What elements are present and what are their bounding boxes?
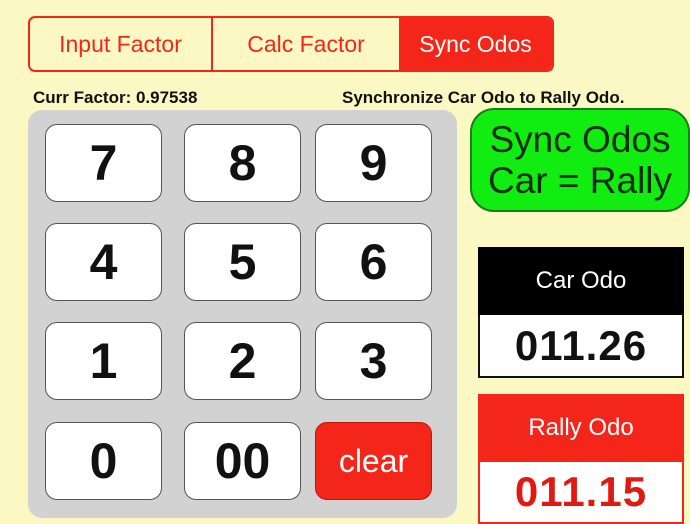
car-odo-value: 011.26 (478, 315, 684, 378)
instruction-label: Synchronize Car Odo to Rally Odo. (342, 88, 625, 107)
mode-segmented-control: Input Factor Calc Factor Sync Odos (28, 16, 554, 72)
car-odo-label: Car Odo (478, 247, 684, 315)
key-9[interactable]: 9 (315, 124, 432, 202)
tab-sync-odos[interactable]: Sync Odos (399, 18, 552, 70)
rally-odo-panel: Rally Odo 011.15 (478, 394, 684, 524)
key-00[interactable]: 00 (184, 422, 301, 500)
key-8[interactable]: 8 (184, 124, 301, 202)
key-6[interactable]: 6 (315, 223, 432, 301)
key-0[interactable]: 0 (45, 422, 162, 500)
sync-odos-button[interactable]: Sync Odos Car = Rally (470, 108, 690, 212)
sync-button-line1: Sync Odos (489, 119, 671, 160)
rally-odo-value: 011.15 (478, 462, 684, 524)
key-4[interactable]: 4 (45, 223, 162, 301)
key-3[interactable]: 3 (315, 322, 432, 400)
clear-button[interactable]: clear (315, 422, 432, 500)
rally-odo-label: Rally Odo (478, 394, 684, 462)
key-7[interactable]: 7 (45, 124, 162, 202)
tab-input-factor[interactable]: Input Factor (30, 18, 213, 70)
car-odo-panel: Car Odo 011.26 (478, 247, 684, 378)
numeric-keypad: 7 8 9 4 5 6 1 2 3 0 00 clear (28, 110, 457, 518)
key-5[interactable]: 5 (184, 223, 301, 301)
current-factor-label: Curr Factor: 0.97538 (33, 88, 198, 107)
sync-button-line2: Car = Rally (487, 160, 673, 201)
key-2[interactable]: 2 (184, 322, 301, 400)
tab-calc-factor[interactable]: Calc Factor (213, 18, 399, 70)
key-1[interactable]: 1 (45, 322, 162, 400)
